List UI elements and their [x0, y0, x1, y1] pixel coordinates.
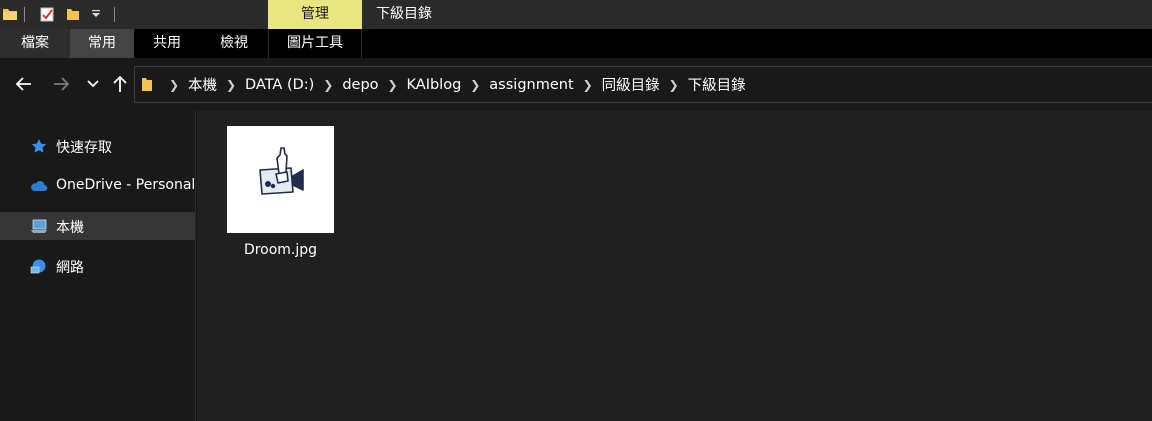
new-folder-icon[interactable] [66, 7, 80, 21]
customize-dropdown-icon[interactable] [91, 9, 101, 19]
toolbar-separator [24, 7, 25, 22]
ribbon-tabs: 檔案 常用 共用 檢視 圖片工具 [0, 29, 1152, 58]
chevron-right-icon[interactable]: ❯ [382, 78, 404, 92]
file-item[interactable]: Droom.jpg [227, 126, 334, 268]
breadcrumb-item[interactable]: KAIblog [404, 77, 465, 93]
sidebar-item-network[interactable]: 網路 [0, 252, 195, 280]
chevron-right-icon[interactable]: ❯ [317, 78, 339, 92]
toolbar-separator [114, 7, 115, 22]
breadcrumb-item[interactable]: 本機 [185, 74, 220, 95]
contextual-tab-manage[interactable]: 管理 [268, 0, 362, 29]
tab-home[interactable]: 常用 [70, 29, 134, 58]
window-title: 下級目錄 [376, 6, 432, 22]
star-icon [31, 139, 47, 153]
folder-icon[interactable] [2, 6, 18, 22]
back-arrow-icon[interactable] [14, 74, 34, 94]
chevron-right-icon[interactable]: ❯ [577, 78, 599, 92]
sidebar-item-label: 快速存取 [56, 140, 112, 156]
file-list-view: Droom.jpg [197, 111, 1152, 421]
breadcrumb-item[interactable]: assignment [486, 77, 576, 93]
recent-locations-chevron-icon[interactable] [86, 77, 100, 91]
drawing-thumbnail-icon [259, 147, 304, 195]
chevron-right-icon[interactable]: ❯ [663, 78, 685, 92]
sidebar-item-label: OneDrive - Personal [56, 177, 195, 193]
breadcrumb-item[interactable]: depo [339, 77, 381, 93]
up-arrow-icon[interactable] [110, 74, 130, 94]
breadcrumb: ❯ 本機 ❯ DATA (D:) ❯ depo ❯ KAIblog ❯ assi… [163, 67, 749, 102]
forward-arrow-icon[interactable] [51, 74, 71, 94]
chevron-right-icon[interactable]: ❯ [464, 78, 486, 92]
properties-icon[interactable] [40, 6, 54, 22]
breadcrumb-item[interactable]: 下級目錄 [685, 74, 749, 95]
network-icon [30, 259, 46, 274]
tab-file[interactable]: 檔案 [0, 29, 70, 58]
sidebar-item-quick-access[interactable]: 快速存取 [0, 132, 195, 160]
address-bar[interactable]: ❯ 本機 ❯ DATA (D:) ❯ depo ❯ KAIblog ❯ assi… [134, 66, 1152, 103]
computer-icon [31, 219, 47, 233]
tab-view[interactable]: 檢視 [200, 29, 268, 58]
breadcrumb-item[interactable]: DATA (D:) [242, 77, 317, 93]
chevron-right-icon[interactable]: ❯ [220, 78, 242, 92]
sidebar-item-this-pc[interactable]: 本機 [0, 212, 195, 240]
cloud-icon [31, 181, 48, 192]
breadcrumb-item[interactable]: 同級目錄 [599, 74, 663, 95]
tab-picture-tools[interactable]: 圖片工具 [268, 29, 362, 58]
sidebar-item-label: 網路 [56, 260, 84, 276]
chevron-right-icon[interactable]: ❯ [163, 78, 185, 92]
sidebar-item-onedrive[interactable]: OneDrive - Personal [0, 172, 195, 200]
folder-icon [142, 78, 152, 91]
navigation-bar: ❯ 本機 ❯ DATA (D:) ❯ depo ❯ KAIblog ❯ assi… [0, 58, 1152, 111]
navigation-pane: 快速存取 OneDrive - Personal 本機 網路 [0, 111, 196, 421]
file-name: Droom.jpg [243, 242, 318, 258]
image-thumbnail [227, 126, 334, 233]
title-bar: 管理 下級目錄 [0, 0, 1152, 29]
sidebar-item-label: 本機 [56, 220, 84, 236]
tab-share[interactable]: 共用 [134, 29, 200, 58]
